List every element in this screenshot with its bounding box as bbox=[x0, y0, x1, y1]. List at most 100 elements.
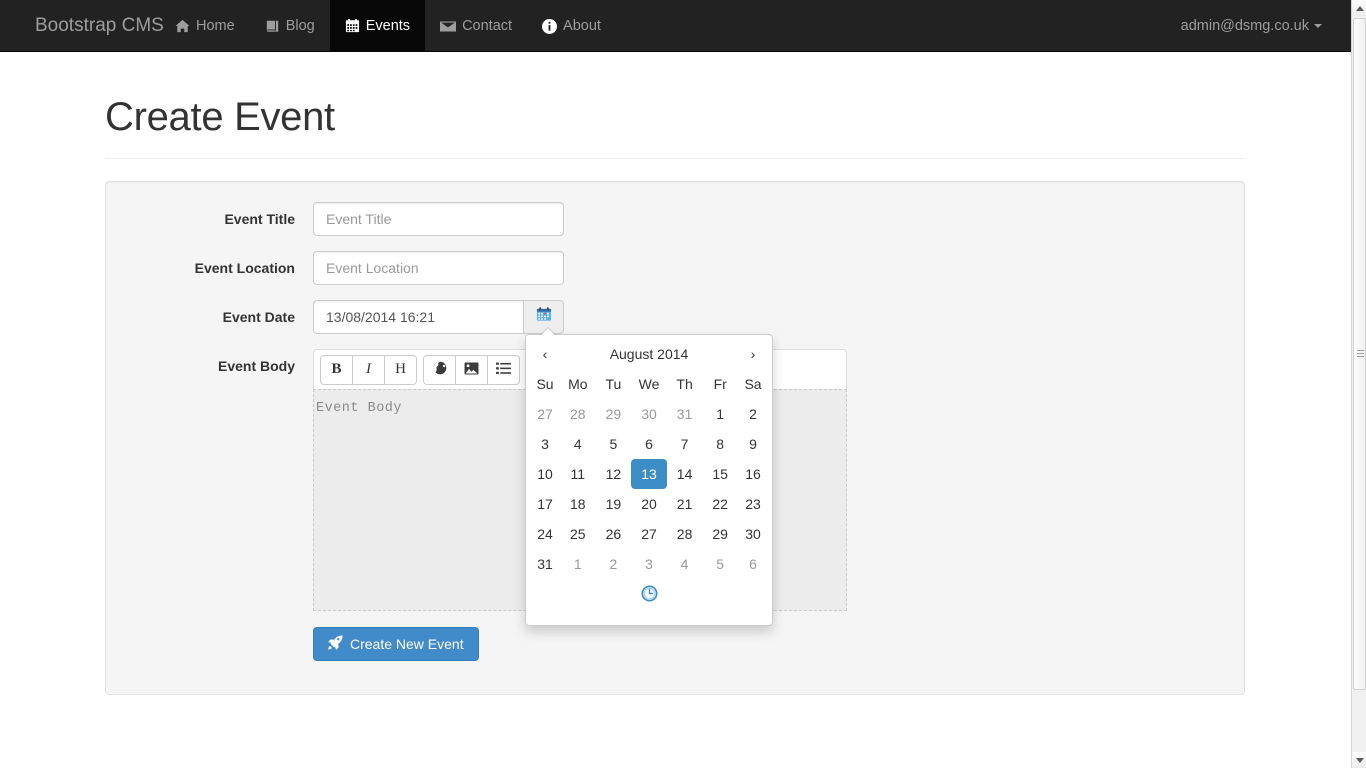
dow-fr: Fr bbox=[713, 376, 727, 392]
nav-label: Contact bbox=[462, 18, 513, 34]
datepicker-day-18[interactable]: 18 bbox=[560, 489, 596, 519]
scrollbar-grip-icon bbox=[1357, 350, 1364, 358]
event-title-input[interactable] bbox=[313, 202, 564, 236]
datepicker-day-26[interactable]: 26 bbox=[596, 519, 632, 549]
datepicker-day-6[interactable]: 6 bbox=[631, 429, 667, 459]
dow-tu: Tu bbox=[605, 376, 622, 392]
vertical-scrollbar[interactable] bbox=[1351, 0, 1366, 768]
insert-group bbox=[423, 354, 520, 385]
list-icon bbox=[496, 362, 511, 378]
datepicker-day-9[interactable]: 9 bbox=[738, 429, 768, 459]
datepicker-day-5[interactable]: 5 bbox=[596, 429, 632, 459]
italic-button[interactable]: I bbox=[352, 354, 385, 385]
event-date-input[interactable] bbox=[313, 300, 524, 334]
bold-button[interactable]: B bbox=[320, 354, 353, 385]
datepicker-day-21[interactable]: 21 bbox=[667, 489, 703, 519]
dow-mo: Mo bbox=[568, 376, 588, 392]
datepicker-day-1[interactable]: 1 bbox=[702, 399, 738, 429]
datepicker-week-row: 27 28 29 30 31 1 2 bbox=[530, 399, 768, 429]
scrollbar-thumb[interactable] bbox=[1353, 18, 1366, 690]
event-body-placeholder: Event Body bbox=[316, 401, 403, 416]
info-circle-icon bbox=[542, 18, 558, 34]
datepicker-day-6[interactable]: 6 bbox=[738, 549, 768, 579]
scroll-up-button[interactable] bbox=[1352, 0, 1366, 16]
datepicker-caret-inner bbox=[541, 328, 555, 335]
event-body-label: Event Body bbox=[217, 358, 295, 374]
nav-label: Home bbox=[196, 18, 235, 34]
event-location-input[interactable] bbox=[313, 251, 564, 285]
navbar: Bootstrap CMS Home Blog Events Contact A… bbox=[0, 0, 1351, 52]
image-button[interactable] bbox=[455, 354, 488, 385]
nav-item-contact[interactable]: Contact bbox=[425, 0, 527, 52]
datepicker-day-10[interactable]: 10 bbox=[530, 459, 560, 489]
italic-icon: I bbox=[366, 361, 371, 377]
datepicker-day-29[interactable]: 29 bbox=[702, 519, 738, 549]
datepicker-day-4[interactable]: 4 bbox=[667, 549, 703, 579]
link-button[interactable] bbox=[423, 354, 456, 385]
datepicker-day-12[interactable]: 12 bbox=[596, 459, 632, 489]
image-icon bbox=[464, 361, 479, 378]
datepicker-day-28[interactable]: 28 bbox=[560, 399, 596, 429]
chevron-up-icon bbox=[1355, 5, 1364, 11]
datepicker-day-27[interactable]: 27 bbox=[631, 519, 667, 549]
nav-label: Events bbox=[365, 18, 411, 34]
clock-icon[interactable] bbox=[640, 585, 658, 607]
datepicker-prev-button[interactable]: ‹ bbox=[530, 339, 560, 369]
datepicker-day-29[interactable]: 29 bbox=[596, 399, 632, 429]
datepicker-week-row: 3456789 bbox=[530, 429, 768, 459]
datepicker-day-30[interactable]: 30 bbox=[631, 399, 667, 429]
datepicker-day-4[interactable]: 4 bbox=[560, 429, 596, 459]
nav-item-about[interactable]: About bbox=[527, 0, 616, 52]
datepicker-day-31[interactable]: 31 bbox=[667, 399, 703, 429]
datepicker-week-row: 31 1 2 3 4 5 6 bbox=[530, 549, 768, 579]
datepicker-dropdown: ‹ August 2014 › Su Mo Tu We Th Fr Sa 27 2… bbox=[525, 327, 773, 626]
rocket-icon bbox=[328, 635, 343, 653]
nav-item-blog[interactable]: Blog bbox=[250, 0, 330, 52]
datepicker-day-20[interactable]: 20 bbox=[631, 489, 667, 519]
list-button[interactable] bbox=[487, 354, 520, 385]
header-icon: H bbox=[395, 361, 406, 377]
datepicker-month-title[interactable]: August 2014 bbox=[560, 339, 738, 369]
datepicker-day-24[interactable]: 24 bbox=[530, 519, 560, 549]
datepicker-day-1[interactable]: 1 bbox=[560, 549, 596, 579]
datepicker-day-2[interactable]: 2 bbox=[738, 399, 768, 429]
datepicker-day-23[interactable]: 23 bbox=[738, 489, 768, 519]
dow-sa: Sa bbox=[744, 376, 762, 392]
datepicker-day-22[interactable]: 22 bbox=[702, 489, 738, 519]
datepicker-week-row: 24 25 26 27 28 29 30 bbox=[530, 519, 768, 549]
datepicker-next-button[interactable]: › bbox=[738, 339, 768, 369]
datepicker-day-7[interactable]: 7 bbox=[667, 429, 703, 459]
datepicker-day-17[interactable]: 17 bbox=[530, 489, 560, 519]
chevron-down-icon bbox=[1314, 24, 1322, 29]
user-menu[interactable]: admin@dsmg.co.uk bbox=[1166, 0, 1337, 52]
datepicker-day-28[interactable]: 28 bbox=[667, 519, 703, 549]
datepicker-day-31[interactable]: 31 bbox=[530, 549, 560, 579]
datepicker-day-16[interactable]: 16 bbox=[738, 459, 768, 489]
datepicker-dow-row: Su Mo Tu We Th Fr Sa bbox=[530, 369, 768, 399]
chevron-down-icon bbox=[1355, 757, 1364, 763]
datepicker-day-2[interactable]: 2 bbox=[596, 549, 632, 579]
dow-th: Th bbox=[676, 376, 693, 392]
scroll-down-button[interactable] bbox=[1352, 752, 1366, 768]
header-button[interactable]: H bbox=[384, 354, 417, 385]
datepicker-day-3[interactable]: 3 bbox=[631, 549, 667, 579]
create-new-event-button[interactable]: Create New Event bbox=[313, 627, 479, 661]
nav-item-events[interactable]: Events bbox=[329, 0, 426, 52]
datepicker-day-3[interactable]: 3 bbox=[530, 429, 560, 459]
datepicker-day-15[interactable]: 15 bbox=[702, 459, 738, 489]
datepicker-day-30[interactable]: 30 bbox=[738, 519, 768, 549]
brand-link[interactable]: Bootstrap CMS bbox=[20, 0, 179, 52]
event-title-label: Event Title bbox=[224, 211, 295, 227]
datepicker-day-11[interactable]: 11 bbox=[560, 459, 596, 489]
datepicker-day-8[interactable]: 8 bbox=[702, 429, 738, 459]
datepicker-day-14[interactable]: 14 bbox=[667, 459, 703, 489]
datepicker-day-19[interactable]: 19 bbox=[596, 489, 632, 519]
nav-item-home[interactable]: Home bbox=[160, 0, 250, 52]
datepicker-day-27[interactable]: 27 bbox=[530, 399, 560, 429]
datepicker-day-13[interactable]: 13 bbox=[631, 459, 667, 489]
datepicker-day-5[interactable]: 5 bbox=[702, 549, 738, 579]
datepicker-day-25[interactable]: 25 bbox=[560, 519, 596, 549]
event-date-label: Event Date bbox=[222, 309, 295, 325]
nav-label: About bbox=[563, 18, 601, 34]
submit-label: Create New Event bbox=[350, 636, 464, 652]
